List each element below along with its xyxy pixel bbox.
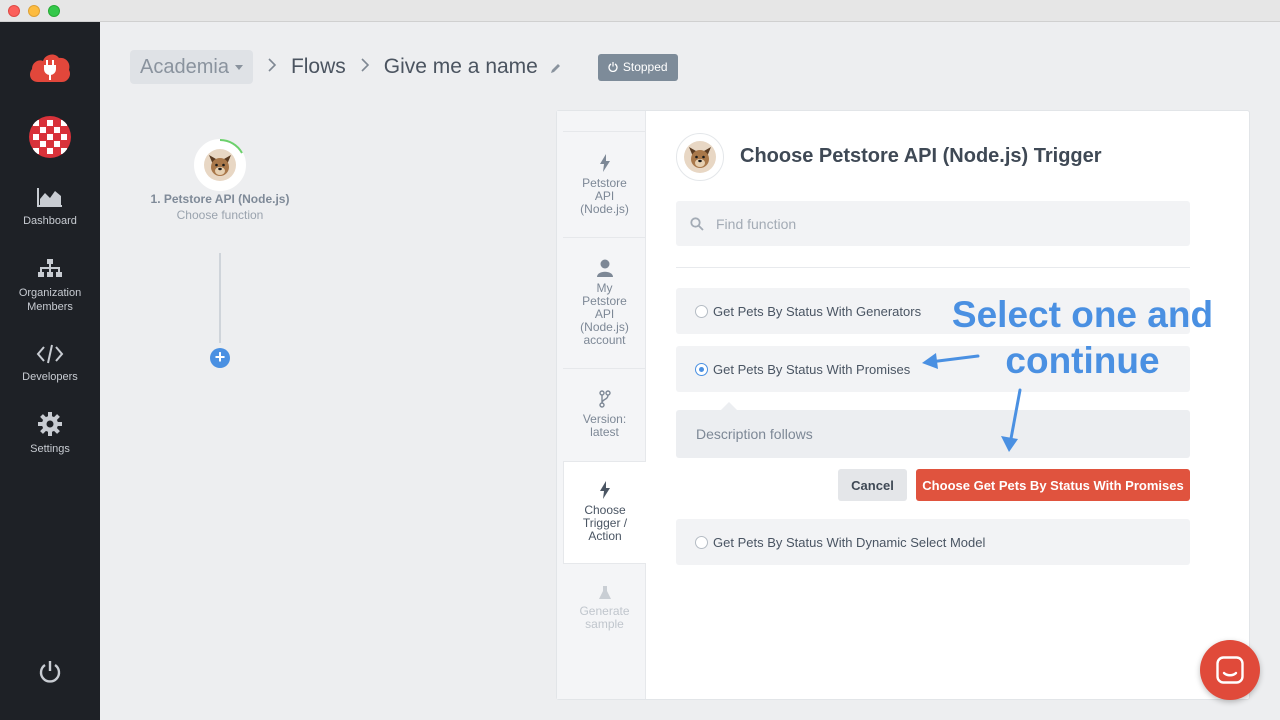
annotation-line: Select one and <box>951 294 1214 335</box>
sidebar: Dashboard Organization Members Developer… <box>0 22 100 720</box>
sidebar-item-label: Developers <box>22 371 78 383</box>
flow-connector-line <box>219 253 221 343</box>
lightning-icon <box>599 154 610 172</box>
user-icon <box>596 259 613 277</box>
code-icon <box>36 344 64 364</box>
option-label: Get Pets By Status With Dynamic Select M… <box>713 534 986 550</box>
tab-label: Action <box>588 529 622 543</box>
zoom-window-button[interactable] <box>48 5 60 17</box>
tab-generate-sample: Generate sample <box>563 581 646 651</box>
step-config-panel: Petstore API (Node.js) My Petstore API (… <box>556 110 1250 700</box>
breadcrumb: Academia Flows Give me a name Stopped <box>130 50 678 84</box>
step-tabs: Petstore API (Node.js) My Petstore API (… <box>557 111 646 699</box>
function-search[interactable] <box>676 201 1190 246</box>
sidebar-item-organization-members[interactable]: Organization Members <box>0 258 100 314</box>
divider <box>676 267 1190 268</box>
step-subtitle: Choose function <box>176 208 264 222</box>
tab-petstore-api[interactable]: Petstore API (Node.js) <box>563 131 646 237</box>
sidebar-item-label: Settings <box>30 443 70 455</box>
window-titlebar <box>0 0 1280 22</box>
gear-icon <box>38 412 62 436</box>
breadcrumb-flows-link[interactable]: Flows <box>291 55 346 79</box>
status-label: Stopped <box>622 60 668 74</box>
panel-content: Choose Petstore API (Node.js) Trigger Ge… <box>646 111 1250 699</box>
step-title: 1. Petstore API (Node.js) <box>150 192 290 206</box>
org-tree-icon <box>38 259 62 277</box>
chevron-right-icon <box>360 56 370 79</box>
chat-bubble-icon <box>1216 656 1244 684</box>
sidebar-item-settings[interactable]: Settings <box>0 412 100 456</box>
branch-icon <box>598 390 611 408</box>
caret-down-icon <box>234 64 243 70</box>
sidebar-item-label: Dashboard <box>23 215 77 227</box>
sidebar-item-label: Organization <box>18 287 82 299</box>
radio-button-checked[interactable] <box>695 362 708 376</box>
tab-label: account <box>583 333 626 347</box>
panel-title: Choose Petstore API (Node.js) Trigger <box>740 145 1102 167</box>
dog-avatar-icon <box>684 141 716 173</box>
tutorial-annotation: Select one and continue <box>945 292 1220 384</box>
tab-label: latest <box>590 425 619 439</box>
cancel-button[interactable]: Cancel <box>838 469 907 501</box>
organization-avatar[interactable] <box>29 116 71 158</box>
area-chart-icon <box>37 188 62 207</box>
lightning-icon <box>600 481 610 499</box>
function-option[interactable]: Get Pets By Status With Dynamic Select M… <box>676 519 1190 565</box>
chat-launcher[interactable] <box>1200 640 1260 700</box>
tab-label: sample <box>585 617 624 631</box>
search-icon <box>690 216 704 231</box>
tab-account[interactable]: My Petstore API (Node.js) account <box>563 237 646 368</box>
cloud-plug-icon[interactable] <box>28 50 72 84</box>
chevron-right-icon <box>267 56 277 79</box>
dog-avatar-icon <box>204 149 236 181</box>
status-badge[interactable]: Stopped <box>597 53 678 81</box>
flow-name[interactable]: Give me a name <box>384 55 538 79</box>
add-step-button[interactable]: + <box>210 348 230 368</box>
choose-function-button[interactable]: Choose Get Pets By Status With Promises <box>916 469 1190 501</box>
annotation-line: continue <box>1005 340 1160 381</box>
flow-step-node[interactable] <box>194 138 246 191</box>
function-description: Description follows <box>676 410 1190 458</box>
close-window-button[interactable] <box>8 5 20 17</box>
option-label: Get Pets By Status With Promises <box>713 361 911 377</box>
tab-label: (Node.js) <box>580 202 629 216</box>
tab-choose-trigger[interactable]: Choose Trigger / Action <box>563 461 646 564</box>
tab-version[interactable]: Version: latest <box>563 368 646 461</box>
power-icon[interactable] <box>38 660 62 684</box>
flask-icon <box>598 586 611 599</box>
sidebar-item-label: Members <box>27 301 73 313</box>
radio-button[interactable] <box>695 535 708 549</box>
search-input[interactable] <box>716 215 1156 232</box>
sidebar-item-developers[interactable]: Developers <box>0 344 100 384</box>
power-icon <box>608 62 618 72</box>
radio-button[interactable] <box>695 304 708 318</box>
minimize-window-button[interactable] <box>28 5 40 17</box>
option-label: Get Pets By Status With Generators <box>713 303 922 319</box>
sidebar-item-dashboard[interactable]: Dashboard <box>0 186 100 228</box>
component-logo <box>676 133 724 181</box>
pencil-icon[interactable] <box>550 61 562 79</box>
org-switcher[interactable]: Academia <box>130 50 253 84</box>
org-name: Academia <box>140 55 229 78</box>
